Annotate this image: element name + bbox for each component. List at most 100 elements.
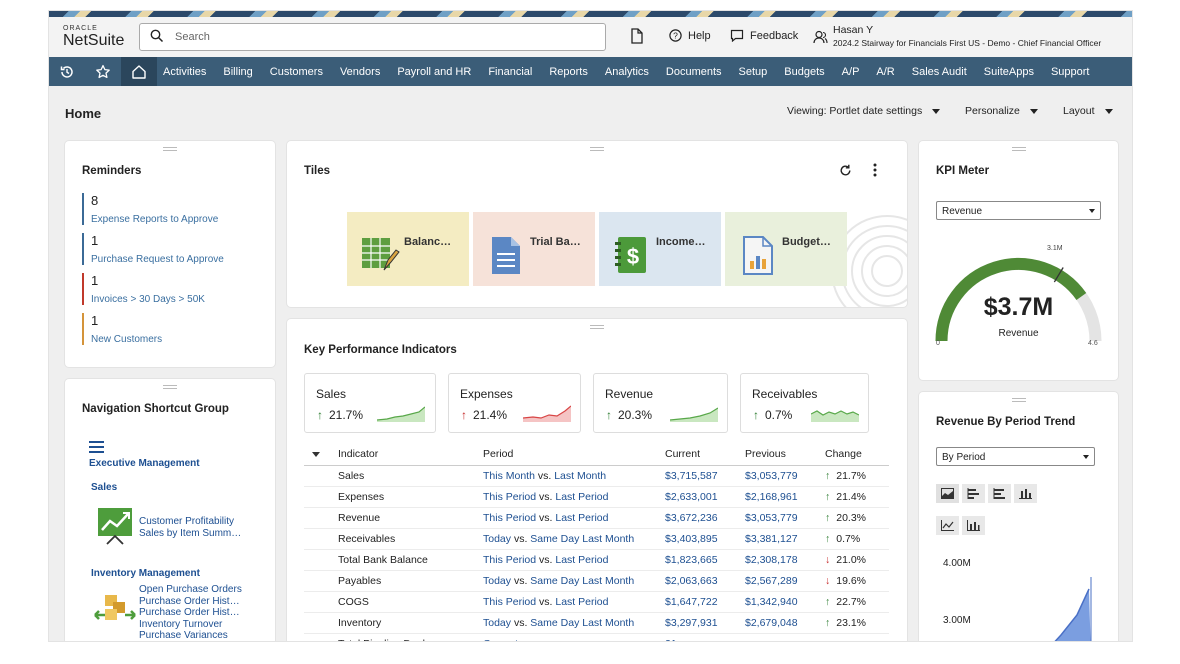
column-chart-button[interactable]	[1014, 484, 1037, 503]
collapse-toggle[interactable]	[304, 443, 338, 466]
table-row[interactable]: Receivables Today vs. Same Day Last Month…	[304, 528, 889, 550]
feedback-button[interactable]: Feedback	[730, 29, 798, 42]
nav-ar[interactable]: A/R	[868, 66, 903, 78]
tile-trial-balance[interactable]: Trial Ba…	[473, 212, 595, 286]
period-compare-link[interactable]: Same Day Last Month	[530, 617, 634, 629]
period-current-link[interactable]: This Period	[483, 596, 536, 608]
period-compare-link[interactable]: Last Period	[555, 554, 608, 566]
reminder-item[interactable]: 8 Expense Reports to Approve	[82, 193, 262, 225]
kpi-meter-select[interactable]: Revenue	[936, 201, 1101, 220]
nav-analytics[interactable]: Analytics	[596, 66, 657, 78]
netsuite-logo[interactable]: ORACLE NetSuite	[63, 25, 124, 49]
period-current-link[interactable]: This Period	[483, 512, 536, 524]
drag-handle[interactable]	[1011, 147, 1026, 151]
table-row[interactable]: Payables Today vs. Same Day Last Month $2,…	[304, 570, 889, 592]
previous-value-cell[interactable]: $2,567,289	[745, 570, 825, 592]
current-value-cell[interactable]: $1,647,722	[665, 591, 745, 613]
home-button[interactable]	[121, 57, 157, 86]
shortcut-sales-by-item[interactable]: Sales by Item Summ…	[139, 528, 241, 540]
shortcut-purchase-order-history[interactable]: Purchase Order Hist…	[139, 596, 240, 608]
reminder-label[interactable]: Expense Reports to Approve	[91, 214, 262, 225]
period-current-link[interactable]: Today	[483, 575, 511, 587]
tile-income-statement[interactable]: $ Income…	[599, 212, 721, 286]
nav-documents[interactable]: Documents	[657, 66, 730, 78]
shortcut-open-purchase-orders[interactable]: Open Purchase Orders	[139, 584, 242, 596]
period-compare-link[interactable]: Same Day Last Month	[530, 575, 634, 587]
horizontal-bar-chart-button[interactable]	[962, 484, 985, 503]
kpi-box-revenue[interactable]: Revenue ↑ 20.3%	[593, 373, 728, 433]
reminder-item[interactable]: 1 New Customers	[82, 313, 262, 345]
reminder-item[interactable]: 1 Purchase Request to Approve	[82, 233, 262, 265]
current-value-cell[interactable]: $3,672,236	[665, 507, 745, 529]
nav-vendors[interactable]: Vendors	[331, 66, 388, 78]
shortcut-inventory-turnover[interactable]: Inventory Turnover	[139, 619, 222, 631]
table-row[interactable]: COGS This Period vs. Last Period $1,647,72…	[304, 591, 889, 613]
recent-records-button[interactable]	[49, 57, 85, 86]
shortcut-customer-profitability[interactable]: Customer Profitability	[139, 516, 234, 528]
table-row[interactable]: Sales This Month vs. Last Month $3,715,587…	[304, 465, 889, 487]
reminder-label[interactable]: New Customers	[91, 334, 262, 345]
trend-period-select[interactable]: By Period	[936, 447, 1095, 466]
favorites-button[interactable]	[85, 57, 121, 86]
help-button[interactable]: ? Help	[669, 29, 711, 42]
previous-value-cell[interactable]: $2,679,048	[745, 612, 825, 634]
tile-budget[interactable]: Budget…	[725, 212, 847, 286]
nav-activities[interactable]: Activities	[157, 66, 215, 78]
current-value-cell[interactable]: 21	[665, 633, 745, 641]
shortcut-purchase-variances[interactable]: Purchase Variances	[139, 630, 228, 641]
nav-suiteapps[interactable]: SuiteApps	[975, 66, 1042, 78]
drag-handle[interactable]	[1011, 398, 1026, 402]
period-compare-link[interactable]: Same Day Last Month	[530, 533, 634, 545]
previous-value-cell[interactable]: $2,168,961	[745, 486, 825, 508]
current-value-cell[interactable]: $3,715,587	[665, 465, 745, 487]
table-row[interactable]: Expenses This Period vs. Last Period $2,63…	[304, 486, 889, 508]
reminder-label[interactable]: Purchase Request to Approve	[91, 254, 262, 265]
personalize-dropdown[interactable]: Personalize	[965, 105, 1038, 117]
current-value-cell[interactable]: $2,063,663	[665, 570, 745, 592]
period-current-link[interactable]: Today	[483, 617, 511, 629]
previous-value-cell[interactable]	[745, 633, 825, 641]
nav-budgets[interactable]: Budgets	[776, 66, 833, 78]
period-current-link[interactable]: This Month	[483, 470, 535, 482]
line-chart-button[interactable]	[936, 516, 959, 535]
current-value-cell[interactable]: $2,633,001	[665, 486, 745, 508]
previous-value-cell[interactable]: $2,308,178	[745, 549, 825, 571]
previous-value-cell[interactable]: $3,381,127	[745, 528, 825, 550]
refresh-icon[interactable]	[839, 164, 852, 177]
previous-value-cell[interactable]: $3,053,779	[745, 507, 825, 529]
shortcut-purchase-order-history-2[interactable]: Purchase Order Hist…	[139, 607, 240, 619]
stacked-horizontal-bar-button[interactable]	[988, 484, 1011, 503]
bar-chart-button[interactable]	[962, 516, 985, 535]
period-compare-link[interactable]: Last Period	[555, 512, 608, 524]
kpi-box-expenses[interactable]: Expenses ↑ 21.4%	[448, 373, 581, 433]
drag-handle[interactable]	[590, 147, 604, 151]
kpi-box-sales[interactable]: Sales ↑ 21.7%	[304, 373, 436, 433]
nav-setup[interactable]: Setup	[730, 66, 776, 78]
period-current-link[interactable]: Today	[483, 533, 511, 545]
layout-dropdown[interactable]: Layout	[1063, 105, 1113, 117]
drag-handle[interactable]	[163, 385, 177, 389]
nav-financial[interactable]: Financial	[480, 66, 541, 78]
current-value-cell[interactable]: $1,823,665	[665, 549, 745, 571]
previous-value-cell[interactable]: $3,053,779	[745, 465, 825, 487]
period-compare-link[interactable]: Last Period	[555, 491, 608, 503]
period-compare-link[interactable]: Last Period	[555, 596, 608, 608]
nav-payroll-hr[interactable]: Payroll and HR	[389, 66, 480, 78]
global-search[interactable]: Search	[139, 23, 606, 51]
nav-billing[interactable]: Billing	[215, 66, 261, 78]
tile-balance-sheet[interactable]: Balanc…	[347, 212, 469, 286]
kpi-box-receivables[interactable]: Receivables ↑ 0.7%	[740, 373, 869, 433]
hamburger-menu-icon[interactable]	[89, 441, 104, 453]
previous-value-cell[interactable]: $1,342,940	[745, 591, 825, 613]
table-row[interactable]: Revenue This Period vs. Last Period $3,672…	[304, 507, 889, 529]
period-current-link[interactable]: Current	[483, 638, 518, 642]
nav-sales-audit[interactable]: Sales Audit	[903, 66, 975, 78]
current-value-cell[interactable]: $3,297,931	[665, 612, 745, 634]
drag-handle[interactable]	[590, 325, 604, 329]
reminder-label[interactable]: Invoices > 30 Days > 50K	[91, 294, 262, 305]
drag-handle[interactable]	[163, 147, 177, 151]
portlet-date-settings-dropdown[interactable]: Viewing: Portlet date settings	[787, 105, 941, 117]
stacked-area-chart-button[interactable]	[936, 484, 959, 503]
nav-reports[interactable]: Reports	[541, 66, 597, 78]
nav-customers[interactable]: Customers	[261, 66, 331, 78]
